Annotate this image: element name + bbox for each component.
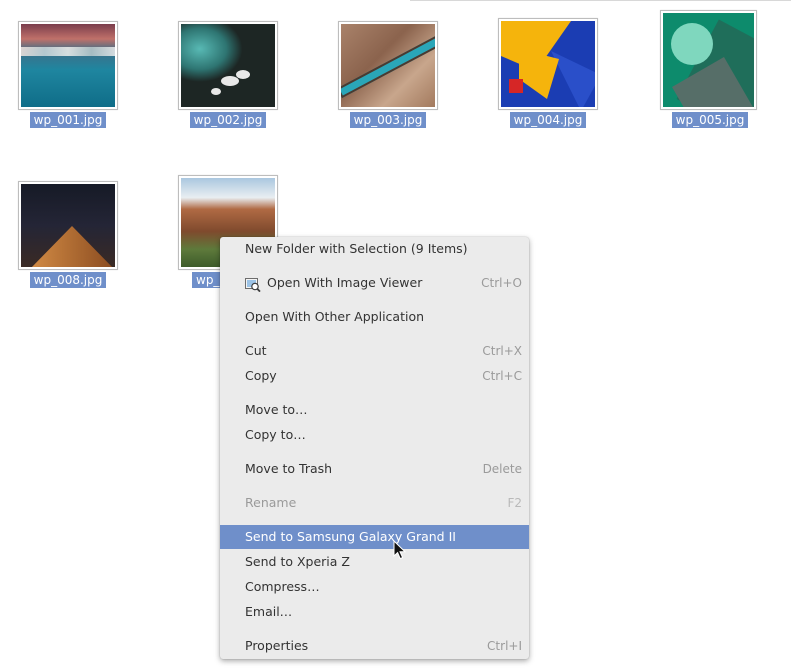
menu-item-open-with-other-application[interactable]: Open With Other Application <box>220 305 529 329</box>
file-item-wp-008[interactable]: wp_008.jpg <box>18 181 118 291</box>
file-thumbnail <box>498 18 598 110</box>
menu-item-label: Open With Image Viewer <box>267 275 423 290</box>
menu-item-compress[interactable]: Compress… <box>220 575 529 599</box>
menu-item-label: Compress… <box>245 579 320 594</box>
thumbnail-image <box>21 24 115 107</box>
thumbnail-image <box>663 13 754 107</box>
file-item-wp-003[interactable]: wp_003.jpg <box>338 21 438 131</box>
menu-item-shortcut: Delete <box>482 462 522 476</box>
context-menu: New Folder with Selection (9 Items) Open… <box>220 237 529 659</box>
file-thumbnail <box>18 21 118 110</box>
file-name-label: wp_004.jpg <box>498 112 598 128</box>
menu-item-label: Move to Trash <box>245 461 333 476</box>
menu-item-send-to-xperia-z[interactable]: Send to Xperia Z <box>220 550 529 574</box>
file-thumbnail <box>178 21 278 110</box>
menu-item-open-with-image-viewer[interactable]: Open With Image Viewer Ctrl+O <box>220 271 529 295</box>
thumbnail-image <box>341 24 435 107</box>
file-thumbnail <box>18 181 118 270</box>
menu-item-properties[interactable]: Properties Ctrl+I <box>220 634 529 658</box>
menu-item-label: Send to Samsung Galaxy Grand II <box>245 529 456 544</box>
file-thumbnail <box>338 21 438 110</box>
menu-item-label: Copy <box>245 368 277 383</box>
file-name-label: wp_005.jpg <box>660 112 760 128</box>
menu-item-shortcut: F2 <box>507 496 522 510</box>
menu-item-label: Move to… <box>245 402 308 417</box>
file-name-label: wp_008.jpg <box>18 272 118 288</box>
file-item-wp-001[interactable]: wp_001.jpg <box>18 21 118 131</box>
menu-item-shortcut: Ctrl+X <box>482 344 522 358</box>
menu-item-label: Copy to… <box>245 427 306 442</box>
menu-item-send-to-samsung-galaxy-grand-ii[interactable]: Send to Samsung Galaxy Grand II <box>220 525 529 549</box>
menu-item-move-to-trash[interactable]: Move to Trash Delete <box>220 457 529 481</box>
menu-item-cut[interactable]: Cut Ctrl+X <box>220 339 529 363</box>
menu-item-new-folder-with-selection[interactable]: New Folder with Selection (9 Items) <box>220 237 529 261</box>
file-name-label: wp_002.jpg <box>178 112 278 128</box>
menu-item-shortcut: Ctrl+I <box>487 639 522 653</box>
thumbnail-image <box>181 24 275 107</box>
menu-item-label: Open With Other Application <box>245 309 425 324</box>
file-item-wp-005[interactable]: wp_005.jpg <box>660 10 760 131</box>
menu-item-label: Send to Xperia Z <box>245 554 350 569</box>
menu-item-label: New Folder with Selection (9 Items) <box>245 241 468 256</box>
menu-item-label: Properties <box>245 638 309 653</box>
menu-item-copy[interactable]: Copy Ctrl+C <box>220 364 529 388</box>
menu-item-rename: Rename F2 <box>220 491 529 515</box>
menu-item-shortcut: Ctrl+O <box>481 276 522 290</box>
file-manager-view: wp_001.jpg wp_002.jpg wp_003.jpg wp_004.… <box>0 0 791 670</box>
menu-item-move-to[interactable]: Move to… <box>220 398 529 422</box>
file-name-label: wp_003.jpg <box>338 112 438 128</box>
menu-item-label: Cut <box>245 343 267 358</box>
menu-item-label: Email… <box>245 604 293 619</box>
menu-item-copy-to[interactable]: Copy to… <box>220 423 529 447</box>
file-item-wp-004[interactable]: wp_004.jpg <box>498 18 598 131</box>
file-thumbnail <box>660 10 757 110</box>
thumbnail-image <box>21 184 115 267</box>
view-divider <box>410 0 791 1</box>
menu-item-email[interactable]: Email… <box>220 600 529 624</box>
thumbnail-image <box>501 21 595 107</box>
file-item-wp-002[interactable]: wp_002.jpg <box>178 21 278 131</box>
file-name-label: wp_001.jpg <box>18 112 118 128</box>
menu-item-label: Rename <box>245 495 297 510</box>
menu-item-shortcut: Ctrl+C <box>482 369 522 383</box>
image-viewer-icon <box>245 276 261 293</box>
mouse-pointer-icon <box>393 540 407 560</box>
